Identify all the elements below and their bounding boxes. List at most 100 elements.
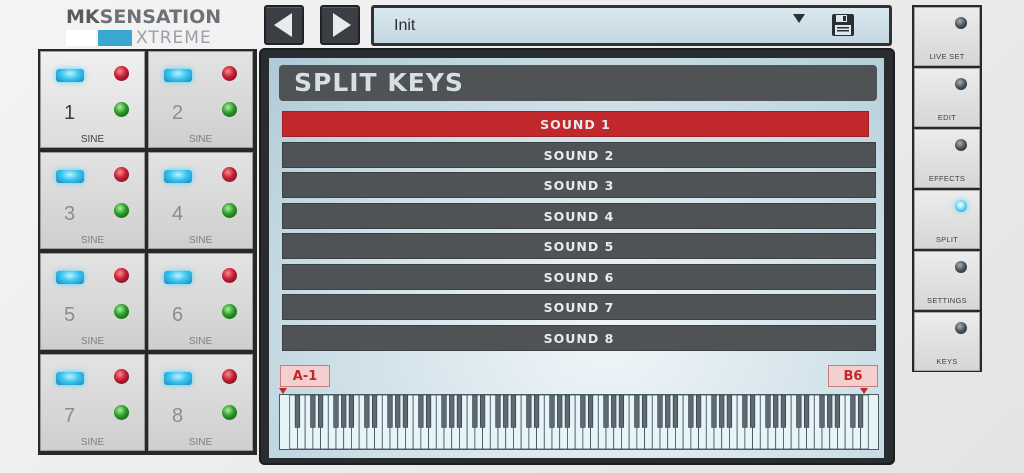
sound-row-2[interactable]: SOUND 2 xyxy=(282,142,876,168)
black-key[interactable] xyxy=(603,395,609,428)
slot-5[interactable]: 5 SINE xyxy=(40,253,145,350)
sound-row-7[interactable]: SOUND 7 xyxy=(282,294,876,320)
slot-active-led[interactable] xyxy=(222,405,237,420)
black-key[interactable] xyxy=(665,395,671,428)
sound-row-5[interactable]: SOUND 5 xyxy=(282,233,876,259)
black-key[interactable] xyxy=(317,395,324,428)
settings-button[interactable]: SETTINGS xyxy=(914,251,980,310)
black-key[interactable] xyxy=(587,395,594,428)
slot-mute-led[interactable] xyxy=(114,369,129,384)
range-high-badge[interactable]: B6 xyxy=(828,365,878,387)
caret-down-icon[interactable] xyxy=(793,14,805,23)
black-key[interactable] xyxy=(618,395,625,428)
slot-active-led[interactable] xyxy=(222,304,237,319)
split-button[interactable]: SPLIT xyxy=(914,190,980,249)
next-preset-button[interactable] xyxy=(320,5,360,45)
black-key[interactable] xyxy=(526,395,532,428)
black-key[interactable] xyxy=(472,395,478,428)
slot-mute-led[interactable] xyxy=(222,66,237,81)
black-key[interactable] xyxy=(749,395,756,428)
black-key[interactable] xyxy=(819,395,825,428)
black-key[interactable] xyxy=(387,395,393,428)
slot-7[interactable]: 7 SINE xyxy=(40,354,145,451)
slot-mute-led[interactable] xyxy=(222,167,237,182)
black-key[interactable] xyxy=(641,395,648,428)
range-low-badge[interactable]: A-1 xyxy=(280,365,330,387)
slot-active-led[interactable] xyxy=(114,405,129,420)
black-key[interactable] xyxy=(371,395,378,428)
preset-selector[interactable]: Init xyxy=(371,5,892,46)
black-key[interactable] xyxy=(479,395,486,428)
black-key[interactable] xyxy=(827,395,833,428)
black-key[interactable] xyxy=(310,395,316,428)
sound-row-8[interactable]: SOUND 8 xyxy=(282,325,876,351)
black-key[interactable] xyxy=(395,395,401,428)
sound-row-4[interactable]: SOUND 4 xyxy=(282,203,876,229)
edit-button[interactable]: EDIT xyxy=(914,68,980,127)
black-key[interactable] xyxy=(557,395,563,428)
slot-mute-led[interactable] xyxy=(114,66,129,81)
black-key[interactable] xyxy=(503,395,509,428)
sound-row-3[interactable]: SOUND 3 xyxy=(282,172,876,198)
black-key[interactable] xyxy=(850,395,856,428)
slot-mute-led[interactable] xyxy=(114,167,129,182)
black-key[interactable] xyxy=(510,395,517,428)
slot-active-led[interactable] xyxy=(222,203,237,218)
black-key[interactable] xyxy=(711,395,717,428)
black-key[interactable] xyxy=(688,395,694,428)
effects-button[interactable]: EFFECTS xyxy=(914,129,980,188)
black-key[interactable] xyxy=(341,395,347,428)
black-key[interactable] xyxy=(348,395,355,428)
black-key[interactable] xyxy=(580,395,586,428)
piano-keyboard[interactable] xyxy=(279,394,879,450)
black-key[interactable] xyxy=(773,395,779,428)
black-key[interactable] xyxy=(294,395,301,428)
black-key[interactable] xyxy=(456,395,463,428)
previous-preset-button[interactable] xyxy=(264,5,304,45)
black-key[interactable] xyxy=(742,395,748,428)
slot-active-led[interactable] xyxy=(114,102,129,117)
black-key[interactable] xyxy=(564,395,571,428)
slot-8[interactable]: 8 SINE xyxy=(148,354,253,451)
slot-mute-led[interactable] xyxy=(222,268,237,283)
sound-row-1[interactable]: SOUND 1 xyxy=(282,111,869,137)
black-key[interactable] xyxy=(765,395,771,428)
black-key[interactable] xyxy=(726,395,733,428)
black-key[interactable] xyxy=(611,395,617,428)
slot-3[interactable]: 3 SINE xyxy=(40,152,145,249)
black-key[interactable] xyxy=(672,395,679,428)
slot-mute-led[interactable] xyxy=(222,369,237,384)
black-key[interactable] xyxy=(695,395,702,428)
slot-6[interactable]: 6 SINE xyxy=(148,253,253,350)
slot-mute-led[interactable] xyxy=(114,268,129,283)
black-key[interactable] xyxy=(533,395,540,428)
black-key[interactable] xyxy=(780,395,787,428)
black-key[interactable] xyxy=(834,395,841,428)
black-key[interactable] xyxy=(803,395,810,428)
black-key[interactable] xyxy=(495,395,501,428)
black-key[interactable] xyxy=(657,395,663,428)
sound-row-6[interactable]: SOUND 6 xyxy=(282,264,876,290)
black-key[interactable] xyxy=(634,395,640,428)
keys-button[interactable]: KEYS xyxy=(914,312,980,371)
slot-4[interactable]: 4 SINE xyxy=(148,152,253,249)
black-key[interactable] xyxy=(449,395,455,428)
black-key[interactable] xyxy=(857,395,864,428)
black-key[interactable] xyxy=(418,395,424,428)
settings-led xyxy=(955,261,967,273)
floppy-disk-icon[interactable] xyxy=(831,13,855,37)
black-key[interactable] xyxy=(402,395,409,428)
slot-1[interactable]: 1 SINE xyxy=(40,51,145,148)
slot-active-led[interactable] xyxy=(222,102,237,117)
black-key[interactable] xyxy=(333,395,339,428)
slot-active-led[interactable] xyxy=(114,304,129,319)
black-key[interactable] xyxy=(364,395,370,428)
slot-2[interactable]: 2 SINE xyxy=(148,51,253,148)
live-set-button[interactable]: LIVE SET xyxy=(914,7,980,66)
black-key[interactable] xyxy=(425,395,432,428)
black-key[interactable] xyxy=(441,395,447,428)
black-key[interactable] xyxy=(719,395,725,428)
black-key[interactable] xyxy=(549,395,555,428)
black-key[interactable] xyxy=(796,395,802,428)
slot-active-led[interactable] xyxy=(114,203,129,218)
